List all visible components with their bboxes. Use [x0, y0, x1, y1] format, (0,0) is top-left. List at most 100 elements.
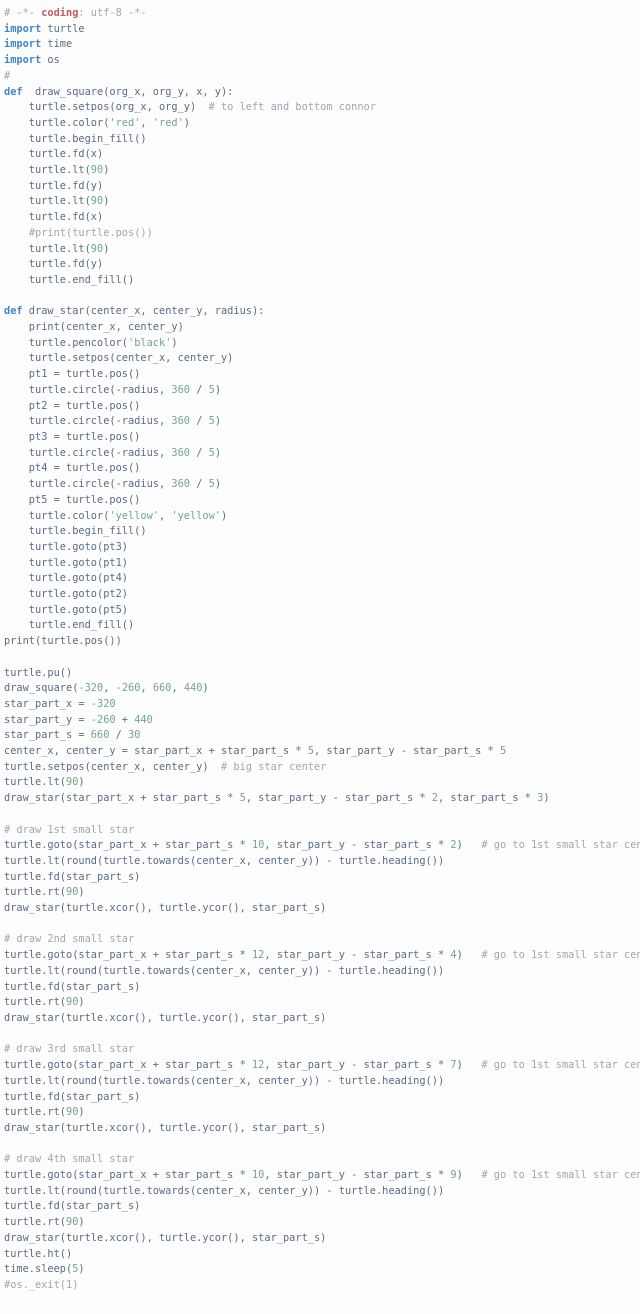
code-line: turtle.goto(pt4) [4, 572, 128, 584]
code-line: turtle.circle(-radius, 360 / 5) [4, 478, 221, 490]
code-token: 'yellow' [171, 510, 221, 522]
code-token: turtle.lt( [4, 243, 91, 255]
code-token: draw_star(turtle.xcor(), turtle.ycor(), … [4, 902, 326, 914]
code-line: pt2 = turtle.pos() [4, 400, 140, 412]
code-token: import [4, 38, 41, 50]
code-token: : utf-8 -*- [78, 7, 146, 19]
code-token: ) [171, 337, 177, 349]
code-line: turtle.setpos(center_x, center_y) # big … [4, 761, 326, 773]
code-token: , [171, 682, 183, 694]
code-token: # draw 2nd small star [4, 933, 134, 945]
code-token: 360 [171, 384, 190, 396]
code-line: turtle.end_fill() [4, 619, 134, 631]
code-token: , star_part_y - star_part_s * [264, 1059, 450, 1071]
code-token: def [4, 86, 23, 98]
code-line: turtle.lt(90) [4, 243, 109, 255]
code-token: draw_star(star_part_x + star_part_s * [4, 792, 240, 804]
code-line: turtle.goto(star_part_x + star_part_s * … [4, 1059, 640, 1071]
code-token: ) [215, 478, 221, 490]
code-token: # [4, 70, 10, 82]
code-token: draw_star(turtle.xcor(), turtle.ycor(), … [4, 1122, 326, 1134]
code-token: # go to 1st small star center [481, 1059, 640, 1071]
code-line: print(turtle.pos()) [4, 635, 122, 647]
code-token: 440 [134, 714, 153, 726]
code-token: turtle.setpos(center_x, center_y) [4, 352, 233, 364]
code-token: #print(turtle.pos()) [29, 227, 153, 239]
code-line: draw_star(turtle.xcor(), turtle.ycor(), … [4, 1232, 326, 1244]
code-token: ) [457, 949, 482, 961]
code-line: import time [4, 38, 72, 50]
code-line: turtle.goto(pt3) [4, 541, 128, 553]
code-token: turtle.goto(star_part_x + star_part_s * [4, 839, 252, 851]
code-token: coding [41, 7, 78, 19]
code-line: turtle.fd(star_part_s) [4, 871, 140, 883]
code-token: -260 [91, 714, 116, 726]
code-line: turtle.fd(star_part_s) [4, 1091, 140, 1103]
code-token: turtle.setpos(org_x, org_y) [4, 101, 209, 113]
code-line: #os._exit(1) [4, 1279, 78, 1291]
code-line: import turtle [4, 23, 85, 35]
code-line: turtle.circle(-radius, 360 / 5) [4, 447, 221, 459]
code-line: #print(turtle.pos()) [4, 227, 153, 239]
code-token: # draw 4th small star [4, 1153, 134, 1165]
code-token: turtle.lt(round(turtle.towards(center_x,… [4, 855, 444, 867]
code-token: turtle.goto(star_part_x + star_part_s * [4, 949, 252, 961]
code-token: turtle.lt(round(turtle.towards(center_x,… [4, 1075, 444, 1087]
code-token: turtle.goto(pt1) [4, 557, 128, 569]
code-line: draw_square(-320, -260, 660, 440) [4, 682, 209, 694]
code-token: # big star center [221, 761, 326, 773]
code-token: turtle.lt(round(turtle.towards(center_x,… [4, 965, 444, 977]
code-token: turtle.rt( [4, 1216, 66, 1228]
code-token: 'red' [109, 117, 140, 129]
code-line: pt5 = turtle.pos() [4, 494, 140, 506]
code-token: 360 [171, 478, 190, 490]
code-token: ) [184, 117, 190, 129]
code-token: , star_part_y - star_part_s * [264, 949, 450, 961]
code-token: ) [78, 886, 84, 898]
code-token: draw_star(turtle.xcor(), turtle.ycor(), … [4, 1232, 326, 1244]
code-token: star_part_x = [4, 698, 91, 710]
code-token: 10 [252, 839, 264, 851]
code-line: turtle.goto(pt2) [4, 588, 128, 600]
code-token: 90 [91, 243, 103, 255]
code-token: / [190, 415, 209, 427]
code-token: 12 [252, 949, 264, 961]
code-token: turtle.goto(star_part_x + star_part_s * [4, 1059, 252, 1071]
code-token: turtle.fd(y) [4, 258, 103, 270]
code-token: ) [457, 1059, 482, 1071]
code-token: turtle.rt( [4, 996, 66, 1008]
code-token: 90 [66, 1106, 78, 1118]
code-token [4, 227, 29, 239]
code-token: turtle.begin_fill() [4, 133, 147, 145]
code-line: star_part_x = -320 [4, 698, 116, 710]
code-line: draw_star(turtle.xcor(), turtle.ycor(), … [4, 1012, 326, 1024]
code-token: turtle.circle(-radius, [4, 447, 171, 459]
code-token: # to left and bottom connor [209, 101, 376, 113]
code-line: turtle.ht() [4, 1248, 72, 1260]
code-token: #os._exit(1) [4, 1279, 78, 1291]
code-line: def draw_square(org_x, org_y, x, y): [4, 86, 233, 98]
code-line: turtle.lt(round(turtle.towards(center_x,… [4, 1185, 444, 1197]
code-line: # draw 2nd small star [4, 933, 134, 945]
code-token: import [4, 23, 41, 35]
code-token: ) [103, 164, 109, 176]
code-line: turtle.goto(pt1) [4, 557, 128, 569]
code-token: star_part_y = [4, 714, 91, 726]
code-token: turtle.pencolor( [4, 337, 128, 349]
code-token: ) [215, 384, 221, 396]
code-token: ) [215, 447, 221, 459]
code-token: star_part_s = [4, 729, 91, 741]
code-token: turtle [41, 23, 84, 35]
code-token: , star_part_y - star_part_s * [264, 1169, 450, 1181]
code-line: turtle.goto(pt5) [4, 604, 128, 616]
code-token: ) [103, 243, 109, 255]
code-token: , [103, 682, 115, 694]
code-token: turtle.lt(round(turtle.towards(center_x,… [4, 1185, 444, 1197]
code-line: turtle.pencolor('black') [4, 337, 178, 349]
code-line: turtle.lt(90) [4, 164, 109, 176]
code-line: import os [4, 54, 60, 66]
code-token: turtle.circle(-radius, [4, 384, 171, 396]
code-token: -320 [91, 698, 116, 710]
code-token: ) [78, 776, 84, 788]
code-token: 360 [171, 415, 190, 427]
